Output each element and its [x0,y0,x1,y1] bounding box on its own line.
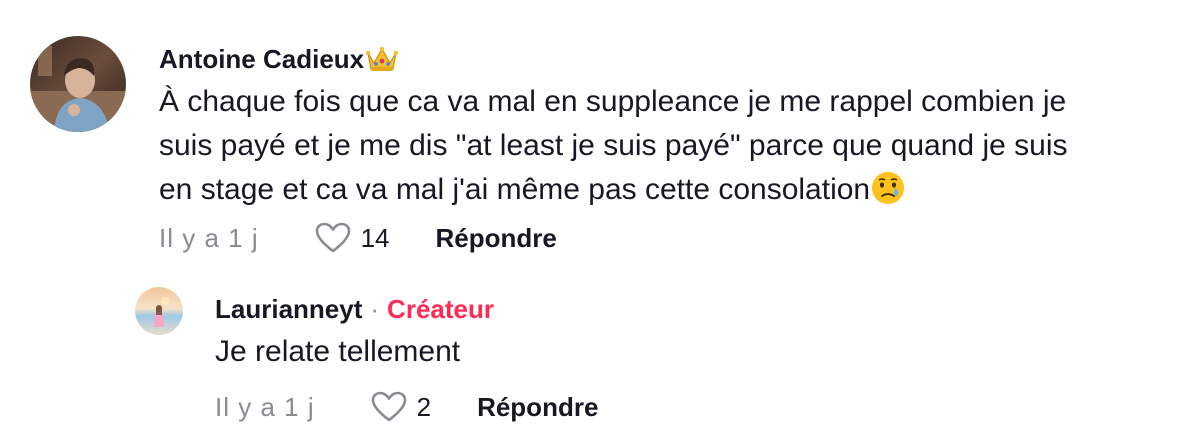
comment-author-row: Antoine Cadieux [159,42,399,76]
comment-text-line-last: en stage et ca va mal j'ai même pas cett… [159,168,1067,212]
like-button[interactable]: 14 [315,222,390,254]
comment-text-line: À chaque fois que ca va mal en suppleanc… [159,85,1067,118]
reply-meta-row: Il y a 1 j 2 Répondre [215,389,598,425]
reply-like-count: 2 [416,391,432,422]
comment-author-name[interactable]: Antoine Cadieux [159,44,364,75]
heart-icon [371,391,406,422]
separator-dot: · [370,293,380,324]
reply-text: Je relate tellement [215,335,461,368]
creator-badge: Créateur [387,293,494,324]
comment-text-line: suis payé et je me dis "at least je suis… [159,129,1068,162]
reply-button[interactable]: Répondre [436,223,557,254]
like-count: 14 [360,222,390,253]
reply-like-button[interactable]: 2 [371,391,431,423]
reply-author-row: Laurianneyt · Créateur [215,292,494,326]
user-photo-icon [135,287,183,335]
reply-timestamp: Il y a 1 j [215,391,315,422]
comment-text: À chaque fois que ca va mal en suppleanc… [159,80,1067,212]
user-photo-icon [30,36,126,132]
reply-avatar[interactable] [135,287,183,335]
reply-reply-button[interactable]: Répondre [477,392,598,423]
comment-thread: Antoine Cadieux À chaque fois que ca va … [0,0,1184,444]
comment-timestamp: Il y a 1 j [159,222,259,253]
avatar[interactable] [30,36,126,132]
crown-emoji-icon [366,45,399,73]
comment-text-line: en stage et ca va mal j'ai même pas cett… [159,173,871,206]
crying-face-emoji-icon [870,170,906,206]
heart-icon [315,222,350,253]
comment-meta-row: Il y a 1 j 14 Répondre [159,220,557,256]
reply-author-name[interactable]: Laurianneyt [215,294,362,325]
